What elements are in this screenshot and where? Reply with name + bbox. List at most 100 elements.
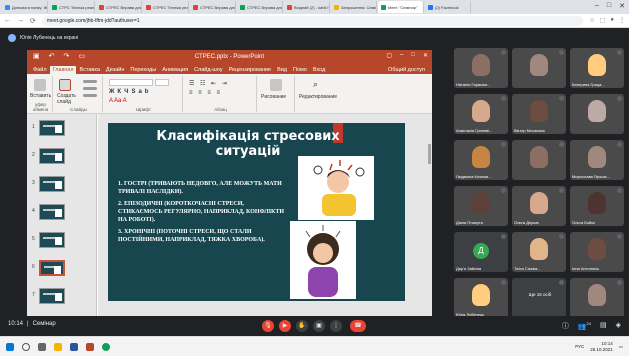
- participant-tile[interactable]: Інна Антонюсь: [570, 232, 624, 272]
- maximize-icon[interactable]: □: [607, 2, 611, 10]
- list-icons[interactable]: ☰ ☷ ⇤ ⇥: [189, 80, 229, 87]
- slide-thumbnail[interactable]: 7: [30, 288, 94, 308]
- participant-tile[interactable]: Людмила Кочеми...: [454, 140, 508, 180]
- section-icon[interactable]: [83, 94, 97, 97]
- activities-icon[interactable]: ◈: [616, 321, 621, 331]
- browser-tab[interactable]: Meet: "Семінар": [378, 1, 424, 13]
- ribbon-tab[interactable]: Вид: [274, 66, 290, 74]
- profile-icon[interactable]: ●: [610, 17, 614, 24]
- present-icon[interactable]: ▭: [78, 52, 85, 60]
- browser-tab[interactable]: СТРЕС Вправа для ...: [96, 1, 142, 13]
- forward-icon[interactable]: →: [17, 17, 24, 24]
- participant-tile[interactable]: Анастасія Гриневі...: [454, 94, 508, 134]
- participant-tile[interactable]: Ольга Бойко: [570, 186, 624, 226]
- ppt-maximize-icon[interactable]: □: [411, 52, 415, 59]
- ribbon-tab[interactable]: Рецензирование: [226, 66, 274, 74]
- participant-tile[interactable]: [570, 94, 624, 134]
- ribbon-tab[interactable]: Дизайн: [103, 66, 128, 74]
- find-icon[interactable]: ⌕: [313, 79, 318, 90]
- reload-icon[interactable]: ⟳: [30, 17, 36, 25]
- browser-tab[interactable]: Допомога папку: Ж: [2, 1, 48, 13]
- slide-thumbnail[interactable]: 4: [30, 204, 94, 224]
- slide-scrollbar[interactable]: [427, 114, 432, 320]
- participant-tile[interactable]: Таїса Сюєва...: [512, 232, 566, 272]
- browser-tab[interactable]: СТРЕС Вправа для ...: [190, 1, 236, 13]
- ribbon-tab[interactable]: Помо: [290, 66, 310, 74]
- raise-hand-button[interactable]: ✋: [296, 320, 308, 332]
- undo-icon[interactable]: ↶: [49, 52, 55, 60]
- slide-thumbnail[interactable]: 6: [30, 260, 94, 280]
- participant-tile[interactable]: Катерина Грица...: [570, 48, 624, 88]
- end-call-button[interactable]: ☎: [350, 320, 366, 332]
- participant-tile[interactable]: Ще 16 осіб: [512, 278, 566, 318]
- ribbon-tab[interactable]: Главная: [49, 66, 77, 74]
- participant-tile[interactable]: Наталія Гарасим...: [454, 48, 508, 88]
- camera-off-button[interactable]: ▶: [279, 320, 291, 332]
- layout-icon[interactable]: [83, 80, 97, 83]
- font-name-box[interactable]: [109, 79, 153, 86]
- ribbon-tab[interactable]: Общий доступ: [385, 66, 428, 74]
- participant-tile[interactable]: [570, 278, 624, 318]
- scroll-thumb[interactable]: [428, 144, 431, 164]
- ppt-minimize-icon[interactable]: –: [400, 52, 403, 59]
- mic-off-button[interactable]: 🎙: [262, 320, 274, 332]
- info-icon[interactable]: ⓘ: [562, 321, 569, 331]
- shapes-icon[interactable]: [270, 79, 282, 91]
- file-explorer-icon[interactable]: [54, 342, 62, 351]
- participant-tile[interactable]: [512, 48, 566, 88]
- task-view-icon[interactable]: [38, 342, 46, 351]
- chat-icon[interactable]: ▤: [600, 321, 607, 331]
- word-icon[interactable]: [70, 342, 78, 351]
- save-icon[interactable]: ▣: [33, 52, 40, 60]
- participant-tile[interactable]: Ольга Деркач: [512, 186, 566, 226]
- font-style-icons[interactable]: ЖКЧSab: [109, 89, 151, 95]
- browser-tab[interactable]: СТРС Технікa реалі: [49, 1, 95, 13]
- ribbon-tab[interactable]: Слайд-шоу: [191, 66, 226, 74]
- close-icon[interactable]: ✕: [619, 2, 625, 10]
- participant-tile[interactable]: Діана Плахута: [454, 186, 508, 226]
- start-icon[interactable]: [6, 342, 14, 351]
- people-icon[interactable]: 👥24: [578, 321, 591, 331]
- participant-tile[interactable]: Юлія Лубенець: [454, 278, 508, 318]
- browser-tab[interactable]: СТРЕС Вправа для ...: [237, 1, 283, 13]
- reset-icon[interactable]: [83, 87, 97, 90]
- new-slide-icon[interactable]: [59, 79, 71, 91]
- ribbon-tab[interactable]: Файл: [30, 66, 50, 74]
- participant-tile[interactable]: Мирослава Яроше...: [570, 140, 624, 180]
- ribbon-tab[interactable]: Анимация: [159, 66, 191, 74]
- back-icon[interactable]: ←: [4, 17, 11, 24]
- more-options-button[interactable]: ⋮: [330, 320, 342, 332]
- participant-tile[interactable]: [512, 140, 566, 180]
- ribbon-tab[interactable]: Переходы: [127, 66, 159, 74]
- slide-thumbnail[interactable]: 3: [30, 176, 94, 196]
- ribbon-options-icon[interactable]: ▢: [386, 52, 392, 59]
- powerpoint-icon[interactable]: [86, 342, 94, 351]
- font-color-icon[interactable]: A Aa A: [109, 98, 127, 104]
- browser-tab[interactable]: Вхідний (2) - kаhil.f: [284, 1, 330, 13]
- ppt-close-icon[interactable]: ✕: [423, 52, 428, 59]
- ribbon-tab[interactable]: Вход: [310, 66, 328, 74]
- browser-tab[interactable]: СТРЕС Технікa реалі: [143, 1, 189, 13]
- extensions-icon[interactable]: ⬚: [600, 17, 606, 24]
- menu-icon[interactable]: ⋮: [619, 17, 625, 24]
- slide-thumbnail[interactable]: 2: [30, 148, 94, 168]
- search-icon[interactable]: [22, 342, 30, 351]
- tray-language[interactable]: РУС: [575, 344, 584, 350]
- participant-tile[interactable]: Віктор Мочаянсь: [512, 94, 566, 134]
- slide-thumbnail[interactable]: 5: [30, 232, 94, 252]
- browser-tab[interactable]: (2) Facebook: [425, 1, 471, 13]
- slide-thumbnail[interactable]: 1: [30, 120, 94, 140]
- browser-tab[interactable]: Запрошення: Семін: [331, 1, 377, 13]
- redo-icon[interactable]: ↷: [64, 52, 70, 60]
- paste-icon[interactable]: [34, 79, 46, 91]
- address-bar[interactable]: meet.google.com/jhb-tftm-jdd?authuser=1: [41, 15, 584, 26]
- present-button[interactable]: ▣: [313, 320, 325, 332]
- align-icons[interactable]: ≡ ≡ ≡ ≡: [189, 90, 222, 96]
- participant-tile[interactable]: Д Дар'я Зайкіна: [454, 232, 508, 272]
- notifications-icon[interactable]: ▭: [619, 344, 623, 350]
- chrome-icon[interactable]: [102, 342, 110, 351]
- ribbon-tab[interactable]: Вставка: [76, 66, 102, 74]
- minimize-icon[interactable]: –: [595, 2, 599, 10]
- font-size-box[interactable]: [155, 79, 169, 86]
- star-icon[interactable]: ☆: [589, 17, 594, 24]
